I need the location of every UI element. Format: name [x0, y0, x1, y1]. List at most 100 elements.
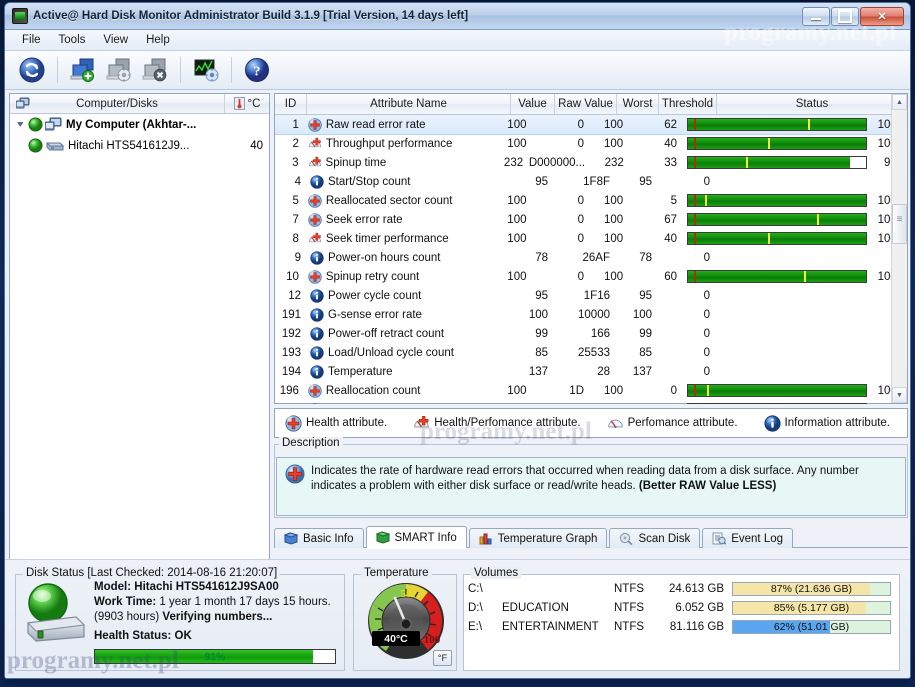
help-button[interactable]: ? [240, 54, 274, 86]
column-header-worst[interactable]: Worst [617, 94, 659, 114]
table-row[interactable]: 3 Spinup time232D000000...23233 91% [275, 153, 907, 172]
title-bar: Active@ Hard Disk Monitor Administrator … [5, 3, 910, 30]
table-row[interactable]: 10 Spinup retry count100010060 100% [275, 267, 907, 286]
volume-drive: E:\ [468, 621, 502, 633]
temperature-gauge: 50 0 100 [366, 581, 446, 661]
table-row[interactable]: 1 Raw read error rate100010062 100% [275, 115, 907, 134]
table-row[interactable]: 194 Temperature137281370 [275, 362, 907, 381]
cell-value: 100 [493, 191, 534, 210]
attribute-name: Reallocated sector count [326, 195, 453, 207]
attribute-legend: Health attribute. Health/Perfomance attr… [274, 408, 908, 438]
disk-settings-button[interactable] [102, 54, 136, 86]
column-header-attribute[interactable]: Attribute Name [307, 94, 511, 114]
menu-item-tools[interactable]: Tools [50, 32, 95, 48]
volume-row[interactable]: C:\NTFS24.613 GB87% (21.636 GB) [464, 579, 899, 598]
health-icon [308, 403, 322, 405]
tab-smart-info[interactable]: SMART Info [366, 526, 467, 548]
toolbar-separator-2 [180, 57, 181, 83]
tree-header: Computer/Disks °C [10, 94, 269, 114]
temperature-group: Temperature [353, 574, 457, 671]
table-row[interactable]: 2 Throughput performance100010040 100% [275, 134, 907, 153]
column-header-value[interactable]: Value [511, 94, 555, 114]
info-icon [310, 327, 324, 341]
refresh-button[interactable] [15, 54, 49, 86]
volume-row[interactable]: D:\EDUCATIONNTFS6.052 GB85% (5.177 GB) [464, 598, 899, 617]
cell-attribute: Spinup time [305, 153, 490, 172]
status-bar-fill [688, 271, 866, 282]
scroll-thumb[interactable] [892, 204, 907, 244]
maximize-button[interactable] [831, 7, 859, 26]
table-row[interactable]: 8 Seek timer performance100010040 100% [275, 229, 907, 248]
temp-graph-icon [479, 532, 493, 545]
tab-temperature-graph[interactable]: Temperature Graph [469, 528, 608, 548]
cell-worst: 100 [591, 134, 630, 153]
health-icon [308, 270, 322, 284]
cell-status: 100% [684, 267, 907, 286]
cell-id: 8 [275, 229, 305, 248]
tree-column-computer-disks[interactable]: Computer/Disks [10, 94, 225, 113]
scroll-up-icon[interactable]: ▲ [892, 94, 907, 110]
disk-status-caption: Disk Status [Last Checked: 2014-08-16 21… [23, 567, 280, 579]
table-row[interactable]: 197 Current pending sector count10001000… [275, 400, 907, 404]
attribute-name: Throughput performance [326, 138, 453, 150]
description-box: Indicates the rate of hardware read erro… [276, 457, 906, 516]
cell-threshold: 40 [630, 134, 684, 153]
monitor-settings-button[interactable] [189, 54, 223, 86]
close-button[interactable]: ✕ [860, 7, 904, 26]
minimize-button[interactable] [802, 7, 830, 26]
table-row[interactable]: 191 G-sense error rate100100001000 [275, 305, 907, 324]
grid-header-row: ID Attribute Name Value Raw Value Worst … [275, 94, 907, 115]
volume-usage-bar: 85% (5.177 GB) [732, 601, 891, 615]
column-header-status[interactable]: Status [717, 94, 907, 114]
tab-basic-info[interactable]: Basic Info [274, 528, 364, 548]
healthperf-icon [413, 415, 430, 432]
health-icon [285, 415, 302, 432]
remove-disk-button[interactable] [138, 54, 172, 86]
info-icon [310, 251, 324, 265]
volume-usage-bar: 62% (51.01 GB) [732, 620, 891, 634]
disk-status-group: Disk Status [Last Checked: 2014-08-16 21… [15, 574, 345, 671]
cell-raw-value: 166 [555, 324, 617, 343]
menu-item-help[interactable]: Help [137, 32, 179, 48]
table-row[interactable]: 196 Reallocation count1001D1000 100% [275, 381, 907, 400]
cell-attribute: Seek timer performance [305, 229, 493, 248]
tree-column-temperature[interactable]: °C [225, 94, 269, 113]
tab-event-log[interactable]: Event Log [702, 528, 793, 548]
tree-item-temp: 40 [225, 140, 269, 152]
cell-id: 194 [275, 362, 307, 381]
volume-row[interactable]: E:\ENTERTAINMENTNTFS81.116 GB62% (51.01 … [464, 617, 899, 636]
table-row[interactable]: 193 Load/Unload cycle count8525533850 [275, 343, 907, 362]
table-row[interactable]: 12 Power cycle count951F16950 [275, 286, 907, 305]
cell-value: 95 [511, 172, 555, 191]
scroll-down-icon[interactable]: ▼ [892, 387, 907, 403]
table-row[interactable]: 192 Power-off retract count99166990 [275, 324, 907, 343]
cell-status [717, 324, 907, 343]
cell-worst: 100 [591, 400, 630, 404]
add-disk-button[interactable] [66, 54, 100, 86]
column-header-id[interactable]: ID [275, 94, 307, 114]
legend-label: Health attribute. [306, 417, 387, 429]
volume-usage-text: 87% (21.636 GB) [733, 583, 890, 595]
table-row[interactable]: 7 Seek error rate100010067 100% [275, 210, 907, 229]
temperature-unit-toggle[interactable]: °F [433, 650, 452, 666]
cell-worst: 99 [617, 324, 659, 343]
table-row[interactable]: 4 Start/Stop count951F8F950 [275, 172, 907, 191]
grid-vertical-scrollbar[interactable]: ▲ ▼ [891, 94, 907, 403]
tree-item-hitachi-disk[interactable]: Hitachi HTS541612J9... 40 [10, 135, 269, 156]
table-row[interactable]: 9 Power-on hours count7826AF780 [275, 248, 907, 267]
column-header-raw-value[interactable]: Raw Value [555, 94, 617, 114]
cell-worst: 100 [591, 191, 630, 210]
menu-item-file[interactable]: File [13, 32, 50, 48]
chevron-down-icon[interactable] [14, 118, 27, 131]
cell-raw-value: 26AF [555, 248, 617, 267]
worktime-value: 1 year 1 month 17 days 15 hours. [159, 596, 330, 608]
tab-scan-disk[interactable]: Scan Disk [609, 528, 700, 548]
cell-raw-value: 0 [533, 400, 591, 404]
cell-threshold: 0 [659, 172, 717, 191]
tree-item-my-computer[interactable]: My Computer (Akhtar-... [10, 114, 269, 135]
menu-item-view[interactable]: View [94, 32, 137, 48]
table-row[interactable]: 5 Reallocated sector count10001005 100% [275, 191, 907, 210]
column-header-threshold[interactable]: Threshold [659, 94, 717, 114]
status-bar [687, 118, 867, 131]
cell-attribute: Current pending sector count [305, 400, 493, 404]
